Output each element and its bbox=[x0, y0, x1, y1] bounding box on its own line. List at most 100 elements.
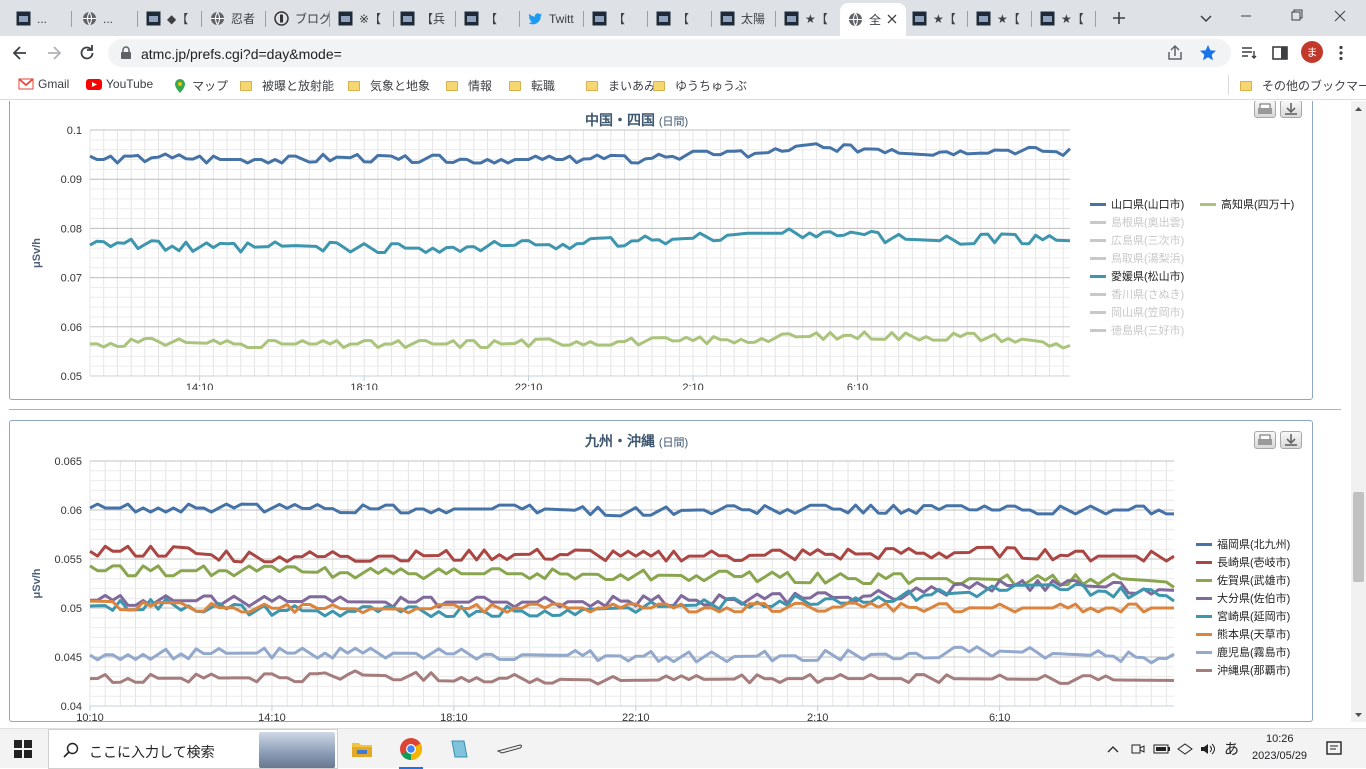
legend-swatch bbox=[1090, 274, 1106, 278]
volume-icon[interactable] bbox=[1199, 741, 1217, 757]
bookmark-item[interactable]: ゆうちゅうぶ bbox=[653, 77, 747, 94]
folder-icon bbox=[240, 80, 252, 91]
tab-title: ★【 bbox=[1061, 12, 1084, 26]
browser-tab[interactable]: 全 bbox=[840, 3, 906, 36]
browser-tab[interactable]: ★【 bbox=[904, 5, 968, 32]
browser-tab[interactable]: ◆【 bbox=[138, 5, 202, 32]
bookmark-item[interactable]: 情報 bbox=[446, 77, 492, 94]
legend-item[interactable]: 福岡県(北九州) bbox=[1196, 536, 1290, 552]
browser-tab[interactable]: ※【 bbox=[330, 5, 394, 32]
legend-item[interactable]: 広島県(三次市) bbox=[1090, 232, 1184, 248]
legend-item[interactable]: 大分県(佐伯市) bbox=[1196, 590, 1290, 606]
download-chart-button[interactable] bbox=[1280, 431, 1302, 449]
tab-title: ◆【 bbox=[167, 12, 189, 26]
browser-tab[interactable]: 太陽 bbox=[712, 5, 776, 32]
legend-label: 徳島県(三好市) bbox=[1111, 325, 1185, 337]
legend-item[interactable]: 鹿児島(霧島市) bbox=[1196, 644, 1290, 660]
legend-item[interactable]: 熊本県(天草市) bbox=[1196, 626, 1290, 642]
other-bookmarks-folder[interactable]: その他のブックマーク bbox=[1240, 77, 1366, 94]
print-chart-button[interactable] bbox=[1254, 101, 1276, 118]
restore-button[interactable] bbox=[1285, 6, 1309, 26]
y-axis-title: μSv/h bbox=[31, 568, 43, 598]
side-panel-button[interactable] bbox=[1271, 44, 1289, 62]
legend-item[interactable]: 鳥取県(湯梨浜) bbox=[1090, 250, 1184, 266]
legend-item[interactable]: 佐賀県(武雄市) bbox=[1196, 572, 1290, 588]
bookmark-item[interactable]: 気象と地象 bbox=[348, 77, 430, 94]
taskbar-app-notepad[interactable] bbox=[448, 738, 470, 760]
y-tick-label: 0.05 bbox=[61, 603, 82, 615]
scroll-down-icon[interactable] bbox=[1351, 709, 1366, 721]
new-tab-button[interactable] bbox=[1108, 8, 1130, 28]
legend-item[interactable]: 岡山県(笠岡市) bbox=[1090, 304, 1184, 320]
legend-item[interactable]: 愛媛県(松山市) bbox=[1090, 268, 1184, 284]
reload-button[interactable] bbox=[77, 43, 97, 63]
browser-tab[interactable]: Twitt bbox=[520, 5, 584, 32]
x-tick-label: 2:10 bbox=[682, 382, 703, 390]
legend-swatch bbox=[1196, 632, 1212, 636]
legend-swatch bbox=[1090, 256, 1106, 260]
legend-item[interactable]: 宮崎県(延岡市) bbox=[1196, 608, 1290, 624]
profile-avatar[interactable]: ま bbox=[1301, 41, 1323, 63]
taskbar-search[interactable]: ここに入力して検索 bbox=[48, 729, 338, 769]
browser-tab[interactable]: ★【 bbox=[1032, 5, 1096, 32]
taskbar-file-explorer[interactable] bbox=[351, 739, 373, 759]
legend-item[interactable]: 沖縄県(那覇市) bbox=[1196, 662, 1290, 678]
star-icon[interactable] bbox=[1199, 44, 1217, 62]
browser-tab[interactable]: ★【 bbox=[776, 5, 840, 32]
start-button[interactable] bbox=[14, 740, 32, 758]
tab-search-button[interactable] bbox=[1196, 8, 1216, 28]
network-icon[interactable] bbox=[1176, 741, 1194, 757]
legend-swatch bbox=[1090, 238, 1106, 242]
legend-item[interactable]: 香川県(さぬき) bbox=[1090, 286, 1184, 302]
bookmark-item[interactable]: 転職 bbox=[509, 77, 555, 94]
scroll-up-icon[interactable] bbox=[1351, 103, 1366, 115]
chevron-up-icon[interactable] bbox=[1107, 744, 1119, 754]
close-tab-icon[interactable] bbox=[881, 13, 897, 27]
scrollbar-thumb[interactable] bbox=[1353, 492, 1364, 582]
bookmark-item[interactable]: Gmail bbox=[18, 77, 69, 91]
address-bar[interactable]: atmc.jp/prefs.cgi?d=day&mode= bbox=[108, 39, 1231, 67]
app-icon bbox=[146, 11, 161, 26]
share-icon[interactable] bbox=[1166, 44, 1184, 62]
browser-tab[interactable]: ★【 bbox=[968, 5, 1032, 32]
minimize-button[interactable] bbox=[1234, 6, 1258, 26]
browser-tab[interactable]: 【 bbox=[584, 5, 648, 32]
clock-date[interactable]: 2023/05/29 bbox=[1252, 750, 1307, 762]
browser-tab[interactable]: 【兵 bbox=[392, 5, 456, 32]
legend-item[interactable]: 長崎県(壱岐市) bbox=[1196, 554, 1290, 570]
battery-icon[interactable] bbox=[1153, 741, 1171, 757]
bookmark-item[interactable]: 被曝と放射能 bbox=[240, 77, 334, 94]
forward-button[interactable] bbox=[44, 43, 64, 63]
close-window-button[interactable] bbox=[1328, 6, 1352, 26]
legend-item[interactable]: 山口県(山口市) bbox=[1090, 196, 1184, 212]
browser-tab[interactable]: 【 bbox=[648, 5, 712, 32]
menu-button[interactable] bbox=[1332, 44, 1350, 62]
taskbar-chrome[interactable] bbox=[399, 737, 423, 769]
download-chart-button[interactable] bbox=[1280, 101, 1302, 118]
browser-tab[interactable]: ... bbox=[74, 5, 138, 32]
browser-tab[interactable]: 忍者 bbox=[202, 5, 266, 32]
meet-now-icon[interactable] bbox=[1130, 741, 1146, 757]
bookmark-item[interactable]: マップ bbox=[172, 77, 228, 94]
tab-title: 【 bbox=[613, 12, 626, 26]
legend-swatch bbox=[1090, 220, 1106, 224]
reading-list-button[interactable] bbox=[1240, 44, 1258, 62]
back-button[interactable] bbox=[10, 43, 30, 63]
notification-icon[interactable] bbox=[1325, 740, 1343, 758]
bookmark-item[interactable]: YouTube bbox=[86, 77, 153, 91]
taskbar-app-plane[interactable] bbox=[496, 739, 524, 759]
browser-tab[interactable]: 【 bbox=[456, 5, 520, 32]
bookmark-item[interactable]: まいあみ bbox=[586, 77, 656, 94]
browser-tab[interactable]: ブログ bbox=[266, 5, 330, 32]
ime-indicator[interactable]: あ bbox=[1224, 738, 1239, 759]
profile-initial: ま bbox=[1306, 47, 1318, 59]
page-scrollbar[interactable] bbox=[1351, 101, 1366, 722]
legend-item[interactable]: 高知県(四万十) bbox=[1200, 196, 1294, 212]
clock-time[interactable]: 10:26 bbox=[1266, 733, 1294, 745]
legend-item[interactable]: 徳島県(三好市) bbox=[1090, 322, 1184, 338]
legend-item[interactable]: 島根県(奥出雲) bbox=[1090, 214, 1184, 230]
series-line bbox=[89, 544, 1175, 564]
legend-swatch bbox=[1090, 328, 1106, 332]
browser-tab[interactable]: ... bbox=[8, 5, 72, 32]
print-chart-button[interactable] bbox=[1254, 431, 1276, 449]
